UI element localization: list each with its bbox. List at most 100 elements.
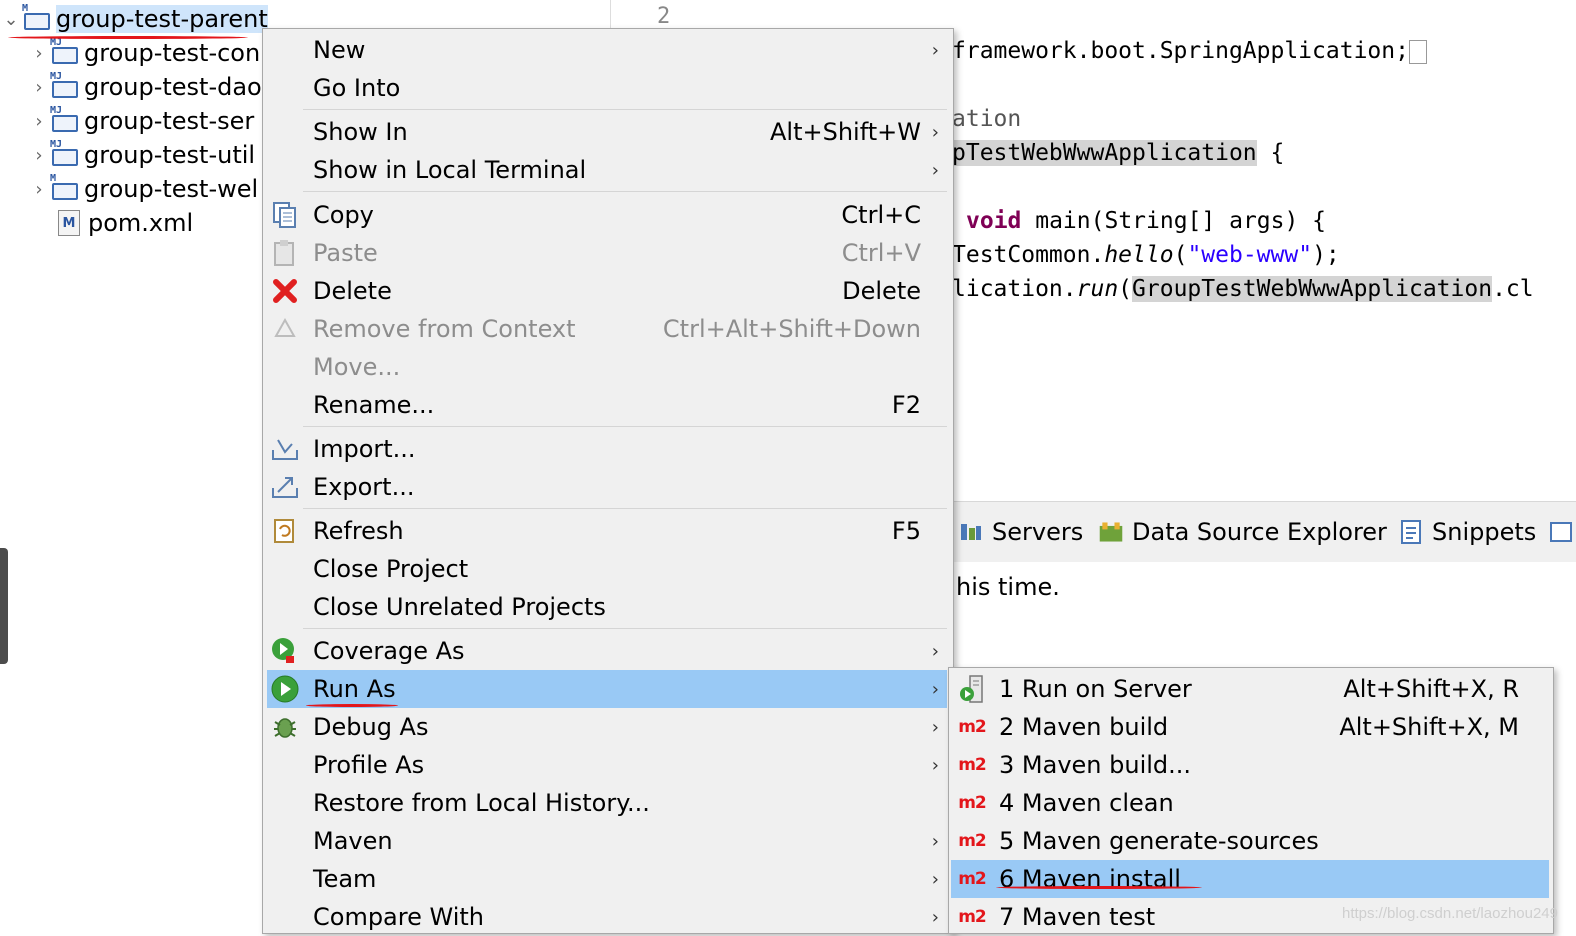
snippets-icon xyxy=(1398,519,1424,545)
maven-project-icon: MJ xyxy=(50,105,80,133)
run-on-server-icon xyxy=(955,674,989,704)
tree-item-label: group-test-wel xyxy=(84,175,259,203)
menu-item-show-in-local-terminal[interactable]: Show in Local Terminal › xyxy=(267,151,947,189)
context-menu: New › Go Into Show In Alt+Shift+W › Show in… xyxy=(262,28,954,934)
tree-item-pom[interactable]: M pom.xml xyxy=(54,206,193,240)
chevron-right-icon[interactable]: › xyxy=(28,145,50,166)
maven-project-icon: M xyxy=(50,173,80,201)
tab-servers[interactable]: Servers xyxy=(958,512,1083,552)
chevron-right-icon[interactable]: › xyxy=(28,179,50,200)
menu-item-remove-from-context[interactable]: Remove from Context Ctrl+Alt+Shift+Down xyxy=(267,310,947,348)
submenu-arrow-icon: › xyxy=(931,39,939,61)
submenu-arrow-icon: › xyxy=(931,640,939,662)
code-line: pTestWebWwwApplication { xyxy=(952,140,1285,166)
maven-project-icon: MJ xyxy=(50,71,80,99)
menu-item-team[interactable]: Team › xyxy=(267,860,947,898)
remove-context-icon xyxy=(269,313,301,345)
maven-m2-icon: m2 xyxy=(958,755,987,775)
submenu-arrow-icon: › xyxy=(931,121,939,143)
maven-project-icon: MJ xyxy=(50,37,80,65)
menu-item-restore-from-local-history[interactable]: Restore from Local History... xyxy=(267,784,947,822)
tree-item-group-test-ser[interactable]: › MJ group-test-ser xyxy=(28,104,254,138)
tree-item-group-test-util[interactable]: › MJ group-test-util xyxy=(28,138,255,172)
submenu-item-maven-build-dialog[interactable]: m2 3 Maven build... xyxy=(951,746,1549,784)
paste-icon xyxy=(269,237,301,269)
menu-item-delete[interactable]: Delete Delete xyxy=(267,272,947,310)
chevron-right-icon[interactable]: › xyxy=(28,43,50,64)
import-icon xyxy=(269,433,301,465)
code-line: framework.boot.SpringApplication; xyxy=(952,38,1427,64)
submenu-item-maven-clean[interactable]: m2 4 Maven clean xyxy=(951,784,1549,822)
debug-bug-icon xyxy=(269,711,301,743)
menu-item-coverage-as[interactable]: Coverage As › xyxy=(267,632,947,670)
tree-item-group-test-parent[interactable]: ⌄ M group-test-parent xyxy=(0,2,268,36)
submenu-arrow-icon: › xyxy=(931,906,939,928)
menu-item-export[interactable]: Export... xyxy=(267,468,947,506)
tree-item-group-test-dao[interactable]: › MJ group-test-dao xyxy=(28,70,261,104)
console-icon xyxy=(1548,519,1574,545)
folded-code-marker[interactable] xyxy=(1408,39,1427,64)
menu-item-refresh[interactable]: Refresh F5 xyxy=(267,512,947,550)
maven-project-icon: MJ xyxy=(50,139,80,167)
side-scroll-handle[interactable] xyxy=(0,548,8,664)
maven-m2-icon: m2 xyxy=(958,717,987,737)
menu-item-profile-as[interactable]: Profile As › xyxy=(267,746,947,784)
menu-item-show-in[interactable]: Show In Alt+Shift+W › xyxy=(267,113,947,151)
menu-item-rename[interactable]: Rename... F2 xyxy=(267,386,947,424)
tab-label: Snippets xyxy=(1432,518,1537,546)
tab-label: Servers xyxy=(992,518,1084,546)
submenu-item-maven-build[interactable]: m2 2 Maven build Alt+Shift+X, M xyxy=(951,708,1549,746)
menu-item-go-into[interactable]: Go Into xyxy=(267,69,947,107)
database-icon xyxy=(1098,519,1124,545)
menu-separator xyxy=(303,109,947,110)
red-annotation-underline xyxy=(306,704,398,707)
tab-console[interactable] xyxy=(1548,512,1576,552)
menu-item-close-project[interactable]: Close Project xyxy=(267,550,947,588)
chevron-down-icon[interactable]: ⌄ xyxy=(0,9,22,30)
tree-item-group-test-con[interactable]: › MJ group-test-con xyxy=(28,36,260,70)
coverage-icon xyxy=(269,635,301,667)
tree-item-group-test-wel[interactable]: › M group-test-wel xyxy=(28,172,258,206)
bottom-tab-bar: Servers Data Source Explorer Snippets xyxy=(950,501,1576,562)
chevron-right-icon[interactable]: › xyxy=(28,77,50,98)
submenu-arrow-icon: › xyxy=(931,678,939,700)
menu-item-copy[interactable]: Copy Ctrl+C xyxy=(267,196,947,234)
menu-item-run-as[interactable]: Run As › xyxy=(267,670,947,708)
submenu-arrow-icon: › xyxy=(931,868,939,890)
tab-snippets[interactable]: Snippets xyxy=(1398,512,1536,552)
submenu-arrow-icon: › xyxy=(931,830,939,852)
menu-item-import[interactable]: Import... xyxy=(267,430,947,468)
line-number: 2 xyxy=(657,4,671,29)
tab-data-source-explorer[interactable]: Data Source Explorer xyxy=(1098,512,1387,552)
delete-icon xyxy=(269,275,301,307)
tree-item-label: pom.xml xyxy=(88,209,194,237)
menu-item-debug-as[interactable]: Debug As › xyxy=(267,708,947,746)
menu-item-paste[interactable]: Paste Ctrl+V xyxy=(267,234,947,272)
maven-pom-icon: M xyxy=(58,210,80,236)
chevron-right-icon[interactable]: › xyxy=(28,111,50,132)
tree-item-label: group-test-con xyxy=(84,39,261,67)
code-line: lication.run(GroupTestWebWwwApplication.… xyxy=(952,276,1534,302)
code-line: void main(String[] args) { xyxy=(966,208,1327,234)
menu-separator xyxy=(303,426,947,427)
submenu-arrow-icon: › xyxy=(931,716,939,738)
maven-project-icon: M xyxy=(22,3,52,31)
menu-item-close-unrelated-projects[interactable]: Close Unrelated Projects xyxy=(267,588,947,626)
menu-item-new[interactable]: New › xyxy=(267,31,947,69)
tab-label: Data Source Explorer xyxy=(1132,518,1387,546)
menu-item-compare-with[interactable]: Compare With › xyxy=(267,898,947,936)
maven-m2-icon: m2 xyxy=(958,907,987,927)
submenu-item-maven-install[interactable]: m2 6 Maven install xyxy=(951,860,1549,898)
servers-icon xyxy=(958,519,984,545)
run-as-submenu: 1 Run on Server Alt+Shift+X, R m2 2 Maven… xyxy=(948,667,1554,934)
submenu-item-run-on-server[interactable]: 1 Run on Server Alt+Shift+X, R xyxy=(951,670,1549,708)
watermark: https://blog.csdn.net/laozhou249 xyxy=(1342,905,1558,922)
menu-item-move[interactable]: Move... xyxy=(267,348,947,386)
menu-separator xyxy=(303,191,947,192)
submenu-item-maven-generate-sources[interactable]: m2 5 Maven generate-sources xyxy=(951,822,1549,860)
panel-message: his time. xyxy=(956,573,1060,601)
copy-icon xyxy=(269,199,301,231)
menu-item-maven[interactable]: Maven › xyxy=(267,822,947,860)
submenu-arrow-icon: › xyxy=(931,159,939,181)
refresh-icon xyxy=(269,515,301,547)
